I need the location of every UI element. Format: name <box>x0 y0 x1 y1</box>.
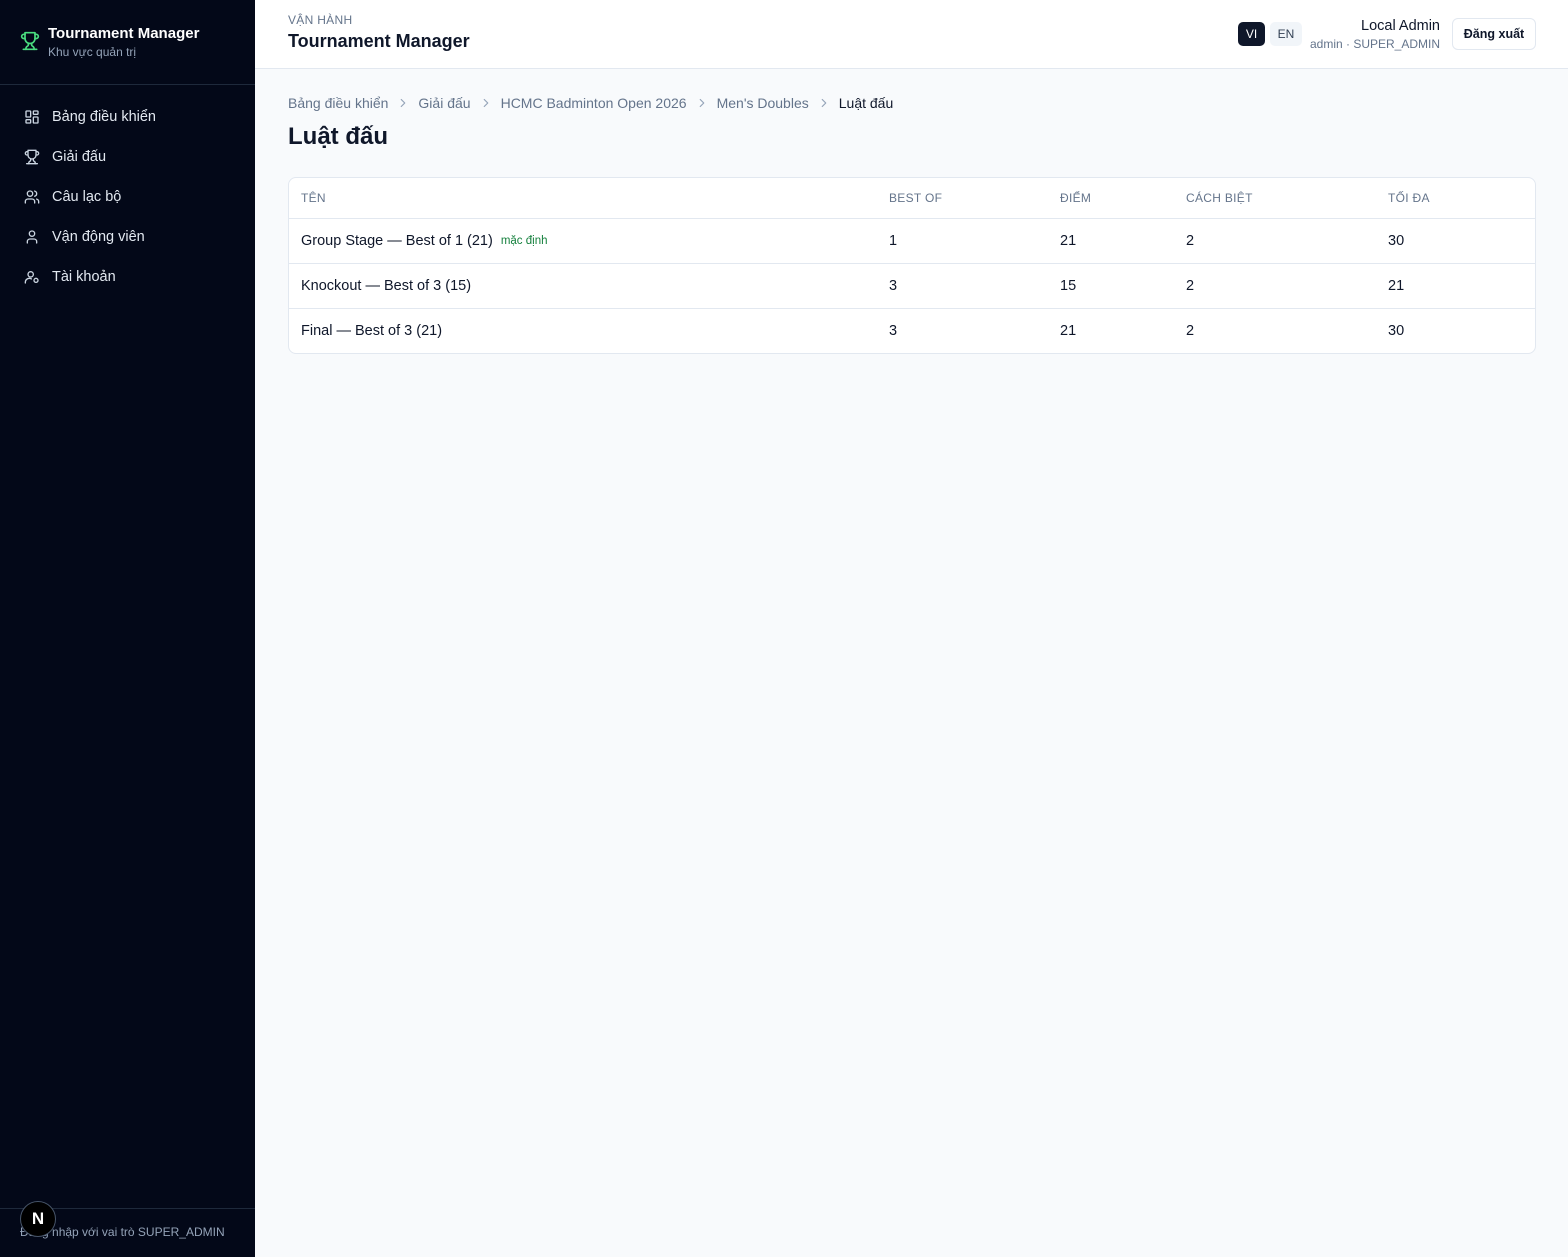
chevron-right-icon <box>821 98 827 108</box>
users-icon <box>24 190 40 204</box>
user-role: admin · SUPER_ADMIN <box>1309 37 1440 51</box>
column-header-best-of: BEST OF <box>889 191 943 205</box>
cell-name: Group Stage — Best of 1 (21) mặc định <box>289 233 889 249</box>
table-row[interactable]: Final — Best of 3 (21) 3 21 2 30 <box>289 308 1535 353</box>
sidebar-item-label: Tài khoản <box>52 269 116 285</box>
sidebar: Tournament Manager Khu vực quản trị Bảng… <box>0 0 255 1257</box>
logout-button[interactable]: Đăng xuất <box>1452 18 1536 50</box>
rule-name: Group Stage — Best of 1 (21) <box>301 233 493 249</box>
cell-gap: 2 <box>1186 323 1195 339</box>
header-kicker: VẬN HÀNH <box>288 13 353 27</box>
lang-en-button[interactable]: EN <box>1270 22 1302 46</box>
sidebar-item-athletes[interactable]: Vận động viên <box>0 217 255 257</box>
sidebar-item-tournaments[interactable]: Giải đấu <box>0 137 255 177</box>
column-header-gap: CÁCH BIỆT <box>1186 191 1253 205</box>
header-title: Tournament Manager <box>288 31 470 51</box>
chevron-right-icon <box>699 98 704 108</box>
dashboard-icon <box>25 110 39 124</box>
table-row[interactable]: Knockout — Best of 3 (15) 3 15 2 21 <box>289 263 1535 308</box>
chevron-right-icon <box>401 98 406 108</box>
topbar: VẬN HÀNH Tournament Manager VI EN Local … <box>255 0 1568 69</box>
cell-best-of: 3 <box>889 323 898 339</box>
breadcrumb-tournaments[interactable]: Giải đấu <box>418 95 470 111</box>
cell-gap: 2 <box>1186 278 1195 294</box>
default-badge: mặc định <box>500 235 548 247</box>
trophy-icon <box>24 149 40 165</box>
column-header-name: TÊN <box>301 191 326 205</box>
breadcrumb: Bảng điều khiển Giải đấu HCMC Badminton … <box>288 95 893 111</box>
cell-max: 21 <box>1388 278 1405 294</box>
cell-points: 21 <box>1060 323 1077 339</box>
sidebar-item-label: Bảng điều khiển <box>52 109 156 125</box>
chevron-right-icon <box>483 98 488 108</box>
table-row[interactable]: Group Stage — Best of 1 (21) mặc định 1 … <box>289 218 1535 263</box>
rules-table: TÊN BEST OF ĐIỂM CÁCH BIỆT TỐI ĐA Group … <box>288 177 1536 354</box>
rule-name: Knockout — Best of 3 (15) <box>301 278 472 294</box>
breadcrumb-event[interactable]: Men's Doubles <box>717 95 809 111</box>
sidebar-item-label: Vận động viên <box>52 229 145 245</box>
breadcrumb-current: Luật đấu <box>838 95 894 111</box>
table-header: TÊN BEST OF ĐIỂM CÁCH BIỆT TỐI ĐA <box>289 178 1535 218</box>
column-header-max: TỐI ĐA <box>1388 191 1430 205</box>
user-icon <box>26 230 38 244</box>
brand: Tournament Manager Khu vực quản trị <box>0 0 255 85</box>
sidebar-item-label: Câu lạc bộ <box>52 189 122 205</box>
rule-name: Final — Best of 3 (21) <box>301 323 443 339</box>
n-badge[interactable]: N <box>20 1201 56 1237</box>
sidebar-nav: Bảng điều khiển Giải đấu Câu lạc bộ Vận … <box>0 85 255 297</box>
page-title: Luật đấu <box>288 123 388 150</box>
cell-best-of: 3 <box>889 278 898 294</box>
sidebar-item-accounts[interactable]: Tài khoản <box>0 257 255 297</box>
cell-name: Knockout — Best of 3 (15) <box>289 278 889 294</box>
cell-points: 21 <box>1060 233 1077 249</box>
cell-points: 15 <box>1060 278 1077 294</box>
cell-gap: 2 <box>1186 233 1195 249</box>
sidebar-item-label: Giải đấu <box>52 149 107 165</box>
cell-name: Final — Best of 3 (21) <box>289 323 889 339</box>
user-name: Local Admin <box>1361 18 1440 34</box>
breadcrumb-dashboard[interactable]: Bảng điều khiển <box>288 95 388 111</box>
cell-max: 30 <box>1388 323 1405 339</box>
lang-vi-button[interactable]: VI <box>1238 22 1265 46</box>
column-header-points: ĐIỂM <box>1060 191 1092 205</box>
cell-max: 30 <box>1388 233 1405 249</box>
cell-best-of: 1 <box>889 233 898 249</box>
brand-subtitle: Khu vực quản trị <box>48 45 137 59</box>
sidebar-item-clubs[interactable]: Câu lạc bộ <box>0 177 255 217</box>
brand-title: Tournament Manager <box>48 25 200 42</box>
user-cog-icon <box>24 271 39 284</box>
breadcrumb-tournament[interactable]: HCMC Badminton Open 2026 <box>501 95 687 111</box>
sidebar-item-dashboard[interactable]: Bảng điều khiển <box>0 97 255 137</box>
trophy-icon <box>20 31 40 51</box>
